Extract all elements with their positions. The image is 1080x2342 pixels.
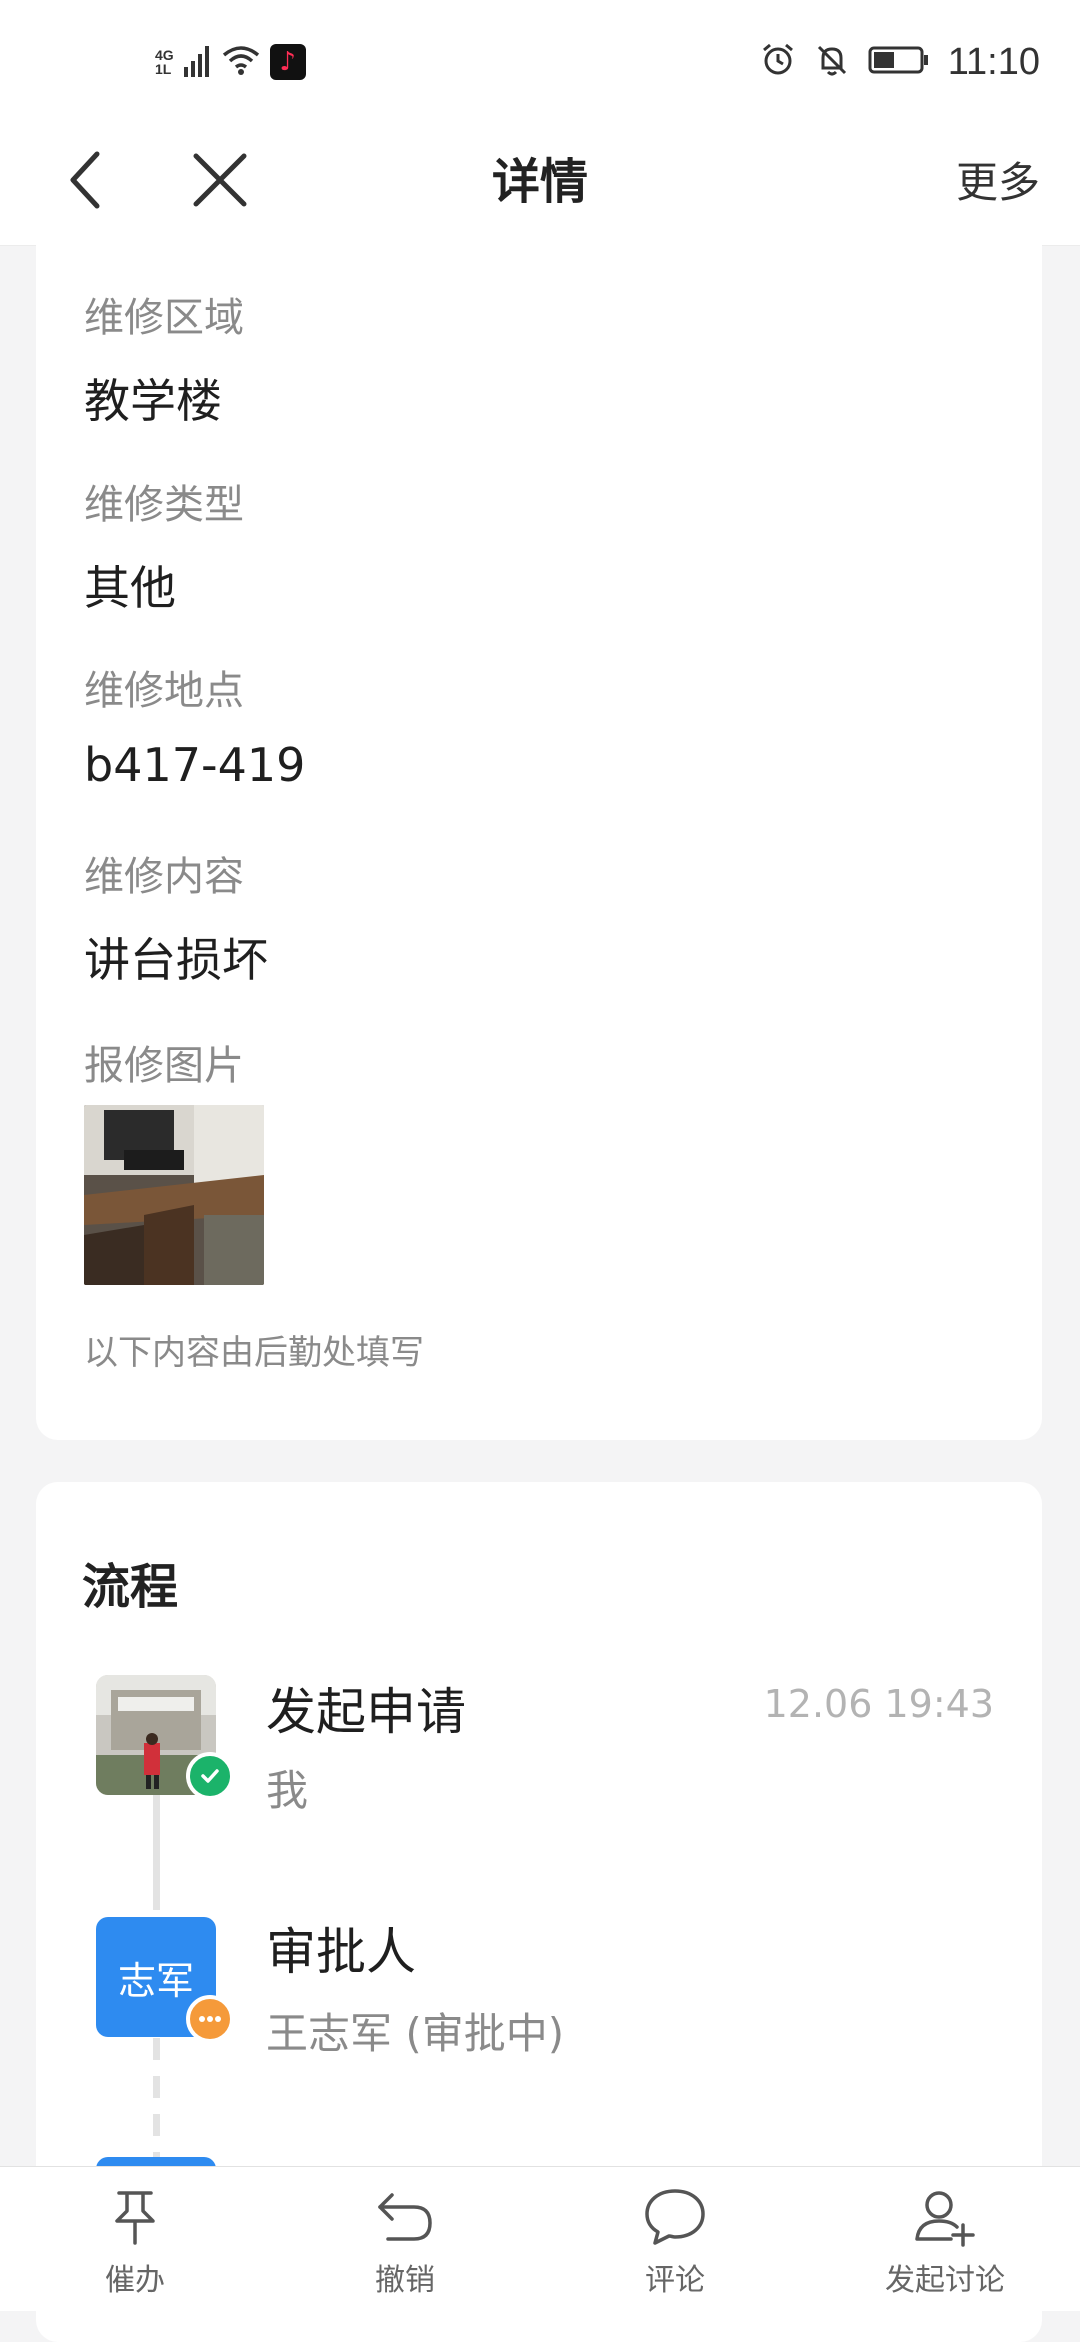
more-dots-icon bbox=[186, 1995, 234, 2043]
status-right: 11:10 bbox=[760, 36, 1040, 88]
field-repair-content: 维修内容 讲台损坏 bbox=[84, 844, 268, 990]
field-label: 维修内容 bbox=[84, 854, 244, 900]
nav-bar: 详情 更多 bbox=[0, 120, 1080, 246]
alarm-icon bbox=[760, 42, 796, 82]
pin-icon bbox=[103, 2185, 167, 2249]
add-user-icon bbox=[913, 2185, 977, 2249]
field-value: 教学楼 bbox=[84, 374, 222, 428]
tab-label: 发起讨论 bbox=[885, 2263, 1005, 2298]
status-time: 11:10 bbox=[947, 40, 1040, 83]
step-time: 12.06 19:43 bbox=[763, 1682, 994, 1726]
field-value: 其他 bbox=[84, 561, 176, 615]
field-label: 维修类型 bbox=[84, 482, 244, 528]
field-label: 维修地点 bbox=[84, 668, 244, 714]
undo-icon bbox=[373, 2185, 437, 2249]
network-label-top: 4G bbox=[155, 47, 174, 63]
details-card: 维修区域 教学楼 维修类型 其他 维修地点 b417-419 维修内容 讲台损坏… bbox=[36, 230, 1042, 1440]
field-label: 维修区域 bbox=[84, 295, 244, 341]
field-repair-location: 维修地点 b417-419 bbox=[84, 658, 305, 792]
tab-label: 评论 bbox=[645, 2263, 705, 2298]
mute-icon bbox=[814, 42, 850, 82]
comment-icon bbox=[643, 2185, 707, 2249]
network-label-bottom: 1L bbox=[155, 61, 172, 77]
battery-icon bbox=[868, 45, 930, 79]
more-button[interactable]: 更多 bbox=[956, 120, 1040, 245]
tab-label: 撤销 bbox=[375, 2263, 435, 2298]
step-subtitle: 我 bbox=[266, 1766, 309, 1815]
comment-button[interactable]: 评论 bbox=[540, 2167, 810, 2311]
check-icon bbox=[186, 1752, 234, 1800]
tiktok-icon: ♪ bbox=[269, 44, 306, 80]
field-repair-type: 维修类型 其他 bbox=[84, 472, 244, 618]
bottom-action-bar: 催办 撤销 评论 发起讨论 bbox=[0, 2166, 1080, 2311]
urge-button[interactable]: 催办 bbox=[0, 2167, 270, 2311]
step-title: 发起申请 bbox=[266, 1683, 466, 1741]
revoke-button[interactable]: 撤销 bbox=[270, 2167, 540, 2311]
close-icon bbox=[192, 152, 248, 212]
step-subtitle: 王志军 (审批中) bbox=[266, 2009, 565, 2058]
field-label: 报修图片 bbox=[84, 1043, 244, 1089]
back-button[interactable] bbox=[45, 142, 125, 222]
network-type: 4G 1L bbox=[155, 48, 174, 76]
signal-icon bbox=[183, 43, 212, 81]
close-button[interactable] bbox=[180, 142, 260, 222]
field-photo: 报修图片 bbox=[84, 1033, 244, 1091]
field-value: 讲台损坏 bbox=[84, 933, 268, 987]
page-title: 详情 bbox=[491, 154, 588, 210]
field-repair-area: 维修区域 教学楼 bbox=[84, 285, 244, 431]
footnote-text: 以下内容由后勤处填写 bbox=[84, 1333, 424, 1373]
wifi-icon bbox=[222, 44, 260, 80]
field-value: b417-419 bbox=[84, 738, 306, 792]
status-bar: 4G 1L ♪ 11:10 bbox=[0, 0, 1080, 120]
process-title: 流程 bbox=[82, 1559, 179, 1615]
repair-photo[interactable] bbox=[84, 1105, 264, 1285]
chevron-left-icon bbox=[65, 150, 105, 214]
start-discussion-button[interactable]: 发起讨论 bbox=[810, 2167, 1080, 2311]
status-left: 4G 1L ♪ bbox=[155, 38, 306, 86]
step-title: 审批人 bbox=[266, 1923, 416, 1981]
tab-label: 催办 bbox=[105, 2263, 165, 2298]
